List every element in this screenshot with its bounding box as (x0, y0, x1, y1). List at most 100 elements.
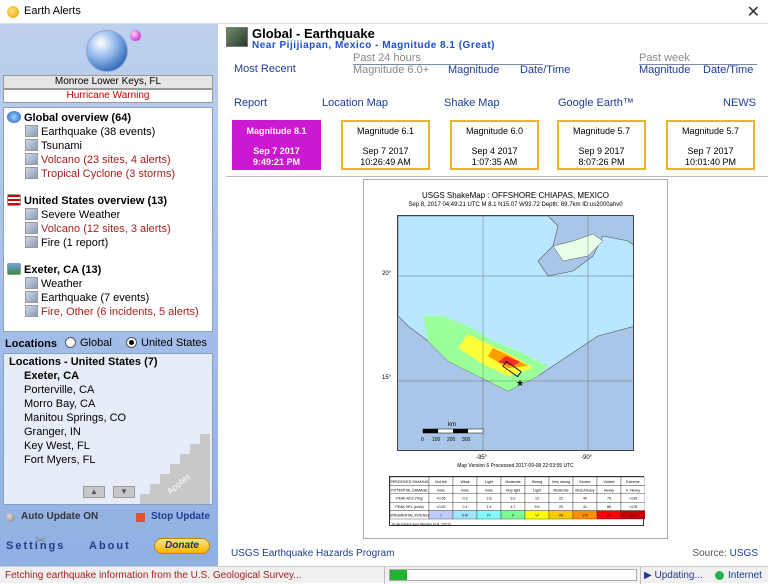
source-credit: Source: USGS (692, 548, 758, 559)
left-panel: Monroe Lower Keys, FL Hurricane Warning … (0, 24, 218, 566)
legend-cell-text: none (461, 488, 469, 492)
event-tropical-cyclone[interactable]: Tropical Cyclone (3 storms) (25, 167, 175, 180)
quake-card[interactable]: Magnitude 6.0 Sep 4 2017 1:07:35 AM (450, 120, 539, 170)
volcano-icon (25, 153, 38, 165)
local-overview-header[interactable]: Exeter, CA (13) (7, 263, 101, 276)
event-fire[interactable]: Fire (1 report) (25, 236, 108, 249)
past-24-hours-label: Past 24 hours (353, 52, 421, 64)
quake-date: Sep 7 2017 (362, 146, 409, 156)
magnitude-60-label: Magnitude 6.0+ (353, 64, 430, 76)
event-us-volcano[interactable]: Volcano (12 sites, 3 alerts) (25, 222, 171, 235)
most-recent-link[interactable]: Most Recent (234, 63, 296, 75)
weather-icon (25, 208, 38, 220)
about-button[interactable]: About (89, 540, 131, 552)
donate-button[interactable]: Donate (154, 538, 210, 554)
legend-cell-text: 9.6 (535, 505, 540, 509)
quake-time: 10:01:40 PM (684, 157, 737, 167)
legend-cell-text: 12 (535, 497, 539, 501)
legend-cell-text: X+ (631, 514, 636, 518)
scroll-up-button[interactable]: ▲ (83, 486, 105, 498)
event-fire-other[interactable]: Fire, Other (6 incidents, 5 alerts) (25, 305, 199, 318)
google-earth-link[interactable]: Google Earth™ (558, 97, 634, 109)
quake-card[interactable]: Magnitude 5.7 Sep 9 2017 8:07:26 PM (557, 120, 646, 170)
globe-icon[interactable] (86, 30, 128, 72)
legend-cell-text: 40 (583, 497, 587, 501)
progress-bar (389, 569, 637, 581)
location-item[interactable]: Manitou Springs, CO (24, 412, 126, 424)
legend-cell-text: V. Heavy (626, 488, 640, 492)
location-item[interactable]: Granger, IN (24, 426, 81, 438)
us-overview-header[interactable]: United States overview (13) (7, 194, 167, 207)
auto-update-label: Auto Update ON (21, 511, 99, 522)
event-list: Global overview (64) Earthquake (38 even… (3, 107, 213, 332)
quake-magnitude: Magnitude 8.1 (246, 126, 307, 136)
location-warning[interactable]: Hurricane Warning (3, 89, 213, 103)
datetime-week-link[interactable]: Date/Time (703, 64, 753, 76)
stop-icon (136, 513, 145, 522)
intensity-legend: PERCEIVED SHAKING Not felt Weak Light Modera… (386, 476, 646, 527)
location-item[interactable]: Key West, FL (24, 440, 90, 452)
legend-cell-text: >178 (629, 505, 637, 509)
radio-united-states[interactable]: United States (126, 337, 207, 349)
location-item[interactable]: Exeter, CA (24, 370, 79, 382)
legend-cell-text: POTENTIAL DAMAGE (391, 488, 428, 492)
event-volcano[interactable]: Volcano (23 sites, 4 alerts) (25, 153, 171, 166)
event-earthquake[interactable]: Earthquake (38 events) (25, 125, 155, 138)
legend-cell-text: PEAK ACC.(%g) (396, 497, 423, 501)
event-local-earthquake[interactable]: Earthquake (7 events) (25, 291, 149, 304)
legend-cell-text: Moderate (505, 480, 520, 484)
radio-global[interactable]: Global (65, 337, 112, 349)
legend-cell-text: Heavy (604, 488, 614, 492)
legend-cell-text: PEAK VEL.(cm/s) (395, 505, 423, 509)
location-item[interactable]: Morro Bay, CA (24, 398, 95, 410)
event-tsunami[interactable]: Tsunami (25, 139, 82, 152)
quake-card-selected[interactable]: Magnitude 8.1 Sep 7 2017 9:49:21 PM (232, 120, 321, 170)
cyclone-icon (25, 167, 38, 179)
earthquake-icon (25, 291, 38, 303)
quake-card[interactable]: Magnitude 5.7 Sep 7 2017 10:01:40 PM (666, 120, 755, 170)
fire-icon (25, 305, 38, 317)
quake-time: 8:07:26 PM (578, 157, 625, 167)
quake-magnitude: Magnitude 6.1 (356, 126, 415, 136)
close-button[interactable]: ✕ (747, 2, 760, 22)
scale-tick: 200 (447, 437, 456, 443)
scale-tick: 300 (462, 437, 471, 443)
legend-cell-text: Extreme (626, 480, 639, 484)
shakemap-subtitle: Sep 8, 2017 04:49:21 UTC M 8.1 N15.07 W9… (408, 202, 623, 208)
weather-icon (25, 277, 38, 289)
report-link[interactable]: Report (234, 97, 267, 109)
content-frame: USGS ShakeMap : OFFSHORE CHIAPAS, MEXICO… (226, 176, 768, 540)
page-subtitle[interactable]: Near Pijijiapan, Mexico - Magnitude 8.1 … (252, 40, 495, 51)
shakemap-graphic: ★ km 0 100 200 300 (398, 216, 633, 450)
scroll-down-button[interactable]: ▼ (113, 486, 135, 498)
global-overview-header[interactable]: Global overview (64) (7, 111, 131, 124)
svg-text:★: ★ (516, 378, 524, 388)
shakemap-image[interactable]: USGS ShakeMap : OFFSHORE CHIAPAS, MEXICO… (363, 179, 668, 539)
quake-date: Sep 7 2017 (253, 146, 300, 156)
magnitude-week-link[interactable]: Magnitude (639, 64, 690, 76)
event-weather[interactable]: Weather (25, 277, 82, 290)
magnitude-sort-link[interactable]: Magnitude (448, 64, 499, 76)
quake-card[interactable]: Magnitude 6.1 Sep 7 2017 10:26:49 AM (341, 120, 430, 170)
event-severe-weather[interactable]: Severe Weather (25, 208, 120, 221)
legend-cell-text: Violent (604, 480, 615, 484)
lat-label: 20° (382, 271, 392, 277)
globe-small-icon (7, 111, 21, 123)
landscape-icon (7, 263, 21, 275)
legend-cell-text: 41 (583, 505, 587, 509)
location-item[interactable]: Porterville, CA (24, 384, 94, 396)
legend-cell-text: 2.8 (487, 497, 492, 501)
current-location[interactable]: Monroe Lower Keys, FL (3, 75, 213, 89)
location-map-link[interactable]: Location Map (322, 97, 388, 109)
datetime-sort-link[interactable]: Date/Time (520, 64, 570, 76)
locations-list-title: Locations - United States (7) (9, 356, 158, 368)
usgs-hazards-link[interactable]: USGS Earthquake Hazards Program (231, 548, 394, 559)
location-item[interactable]: Fort Myers, FL (24, 454, 96, 466)
legend-cell-text: Not felt (435, 480, 446, 484)
source-usgs-link[interactable]: USGS (730, 548, 758, 559)
internet-status: Internet (728, 570, 762, 581)
news-link[interactable]: NEWS (723, 97, 756, 109)
legend-cell-text: Mod./Heavy (575, 488, 594, 492)
shake-map-link[interactable]: Shake Map (444, 97, 500, 109)
stop-update-button[interactable]: Stop Update (151, 511, 210, 522)
